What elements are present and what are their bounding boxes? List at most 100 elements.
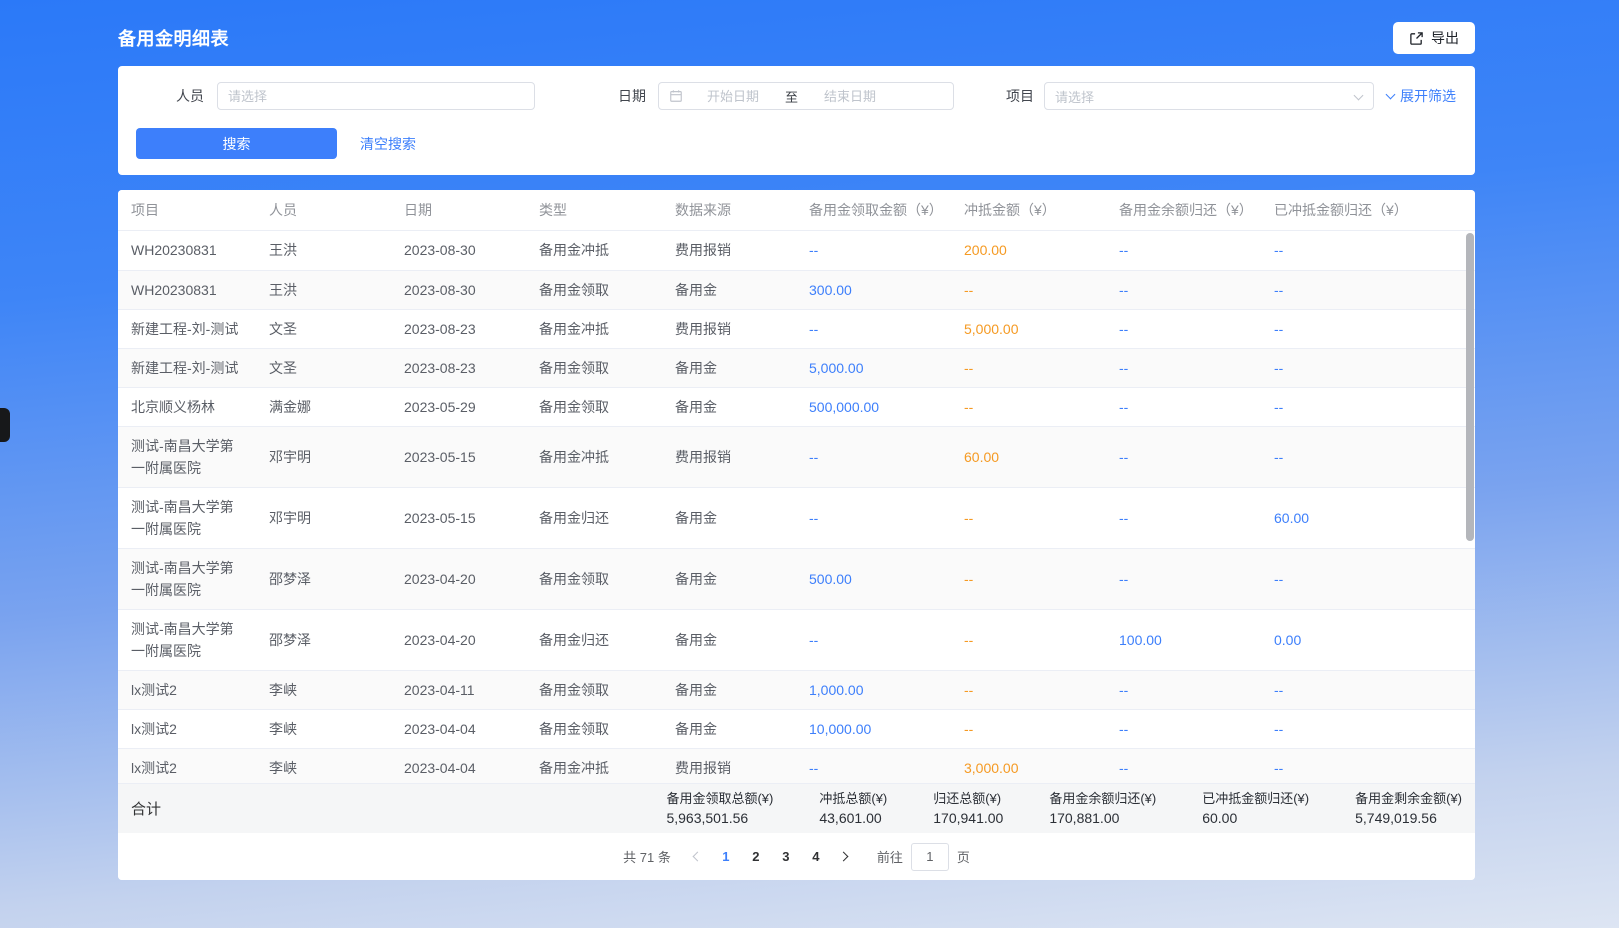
column-header-received-amount: 备用金领取金额（¥）	[796, 190, 951, 231]
cell-received: 300.00	[796, 270, 951, 309]
table-row: WH20230831王洪2023-08-30备用金领取备用金300.00----…	[118, 270, 1475, 309]
cell-date: 2023-08-30	[391, 270, 526, 309]
date-range-separator: 至	[785, 87, 798, 106]
cell-offset: --	[951, 387, 1106, 426]
chevron-right-icon	[839, 852, 849, 862]
goto-page-input[interactable]	[911, 843, 949, 871]
table-row: 新建工程-刘-测试文圣2023-08-23备用金领取备用金5,000.00---…	[118, 348, 1475, 387]
cell-project: 测试-南昌大学第一附属医院	[118, 487, 256, 548]
cell-received: 10,000.00	[796, 709, 951, 748]
cell-person: 邵梦泽	[256, 548, 391, 609]
cell-project: 新建工程-刘-测试	[118, 309, 256, 348]
cell-date: 2023-08-23	[391, 309, 526, 348]
cell-person: 李峡	[256, 748, 391, 783]
cell-offset: --	[951, 487, 1106, 548]
search-button[interactable]: 搜索	[136, 128, 337, 159]
cell-received: 5,000.00	[796, 348, 951, 387]
summary-item: 备用金余额归还(¥)170,881.00	[1049, 790, 1156, 827]
cell-offset: --	[951, 670, 1106, 709]
page-content: 备用金明细表 导出 人员 日期	[118, 0, 1475, 880]
calendar-icon	[669, 89, 683, 103]
column-header-source: 数据来源	[662, 190, 796, 231]
summary-item-value: 5,963,501.56	[666, 809, 773, 827]
cell-source: 费用报销	[662, 426, 796, 487]
filter-buttons-row: 搜索 清空搜索	[136, 128, 1458, 159]
cell-source: 备用金	[662, 387, 796, 426]
page-button-2[interactable]: 2	[741, 843, 771, 871]
page-button-4[interactable]: 4	[801, 843, 831, 871]
cell-offset_return: --	[1261, 426, 1475, 487]
cell-date: 2023-05-29	[391, 387, 526, 426]
cell-offset: --	[951, 548, 1106, 609]
cell-type: 备用金冲抵	[526, 426, 662, 487]
cell-project: lx测试2	[118, 748, 256, 783]
cell-date: 2023-04-20	[391, 609, 526, 670]
chevron-down-icon	[1386, 90, 1396, 100]
cell-balance_return: 100.00	[1106, 609, 1261, 670]
end-date-input[interactable]	[804, 89, 896, 104]
cell-date: 2023-04-04	[391, 748, 526, 783]
cell-offset: 3,000.00	[951, 748, 1106, 783]
cell-type: 备用金冲抵	[526, 231, 662, 270]
cell-offset: --	[951, 348, 1106, 387]
cell-balance_return: --	[1106, 387, 1261, 426]
date-filter-label: 日期	[618, 86, 646, 106]
cell-offset_return: --	[1261, 231, 1475, 270]
next-page-button[interactable]	[831, 843, 857, 871]
cell-person: 文圣	[256, 309, 391, 348]
export-button[interactable]: 导出	[1393, 22, 1475, 54]
column-header-balance-return: 备用金余额归还（¥）	[1106, 190, 1261, 231]
summary-item-label: 备用金剩余金额(¥)	[1355, 790, 1462, 807]
previous-page-button[interactable]	[685, 843, 711, 871]
cell-source: 备用金	[662, 709, 796, 748]
table-header-table: 项目 人员 日期 类型 数据来源 备用金领取金额（¥） 冲抵金额（¥） 备用金余…	[118, 190, 1475, 231]
cell-date: 2023-08-23	[391, 348, 526, 387]
cell-balance_return: --	[1106, 270, 1261, 309]
expand-filters-label: 展开筛选	[1400, 86, 1456, 106]
cell-offset_return: --	[1261, 309, 1475, 348]
project-select[interactable]: 请选择	[1044, 82, 1374, 110]
cell-project: WH20230831	[118, 270, 256, 309]
start-date-input[interactable]	[687, 89, 779, 104]
goto-label: 前往	[877, 847, 903, 866]
cell-date: 2023-05-15	[391, 426, 526, 487]
cell-project: 测试-南昌大学第一附属医院	[118, 426, 256, 487]
table-scrollbar-thumb[interactable]	[1466, 233, 1474, 541]
person-select-input[interactable]	[217, 82, 535, 110]
table-row: lx测试2李峡2023-04-04备用金冲抵费用报销--3,000.00----	[118, 748, 1475, 783]
cell-person: 李峡	[256, 709, 391, 748]
cell-offset_return: --	[1261, 548, 1475, 609]
cell-received: --	[796, 487, 951, 548]
cell-date: 2023-05-15	[391, 487, 526, 548]
cell-person: 邵梦泽	[256, 609, 391, 670]
cell-person: 王洪	[256, 231, 391, 270]
cell-offset_return: --	[1261, 387, 1475, 426]
cell-person: 邓宇明	[256, 487, 391, 548]
summary-item: 冲抵总额(¥)43,601.00	[819, 790, 887, 827]
cell-person: 王洪	[256, 270, 391, 309]
page-button-3[interactable]: 3	[771, 843, 801, 871]
cell-date: 2023-08-30	[391, 231, 526, 270]
page-button-1[interactable]: 1	[711, 843, 741, 871]
cell-type: 备用金冲抵	[526, 748, 662, 783]
column-header-project: 项目	[118, 190, 256, 231]
summary-item-value: 60.00	[1202, 809, 1309, 827]
cell-offset: --	[951, 609, 1106, 670]
drawer-handle[interactable]	[0, 408, 10, 442]
cell-source: 备用金	[662, 670, 796, 709]
cell-date: 2023-04-20	[391, 548, 526, 609]
summary-item-label: 冲抵总额(¥)	[819, 790, 887, 807]
cell-offset_return: 60.00	[1261, 487, 1475, 548]
date-range-picker[interactable]: 至	[658, 82, 954, 110]
cell-project: 北京顺义杨林	[118, 387, 256, 426]
summary-item: 归还总额(¥)170,941.00	[933, 790, 1003, 827]
filter-card: 人员 日期 至	[118, 66, 1475, 175]
export-button-label: 导出	[1431, 28, 1459, 48]
cell-balance_return: --	[1106, 487, 1261, 548]
clear-search-button[interactable]: 清空搜索	[360, 134, 416, 154]
table-row: lx测试2李峡2023-04-04备用金领取备用金10,000.00------	[118, 709, 1475, 748]
expand-filters-link[interactable]: 展开筛选	[1387, 86, 1456, 106]
cell-person: 文圣	[256, 348, 391, 387]
cell-source: 备用金	[662, 548, 796, 609]
table-row: 测试-南昌大学第一附属医院邓宇明2023-05-15备用金归还备用金------…	[118, 487, 1475, 548]
